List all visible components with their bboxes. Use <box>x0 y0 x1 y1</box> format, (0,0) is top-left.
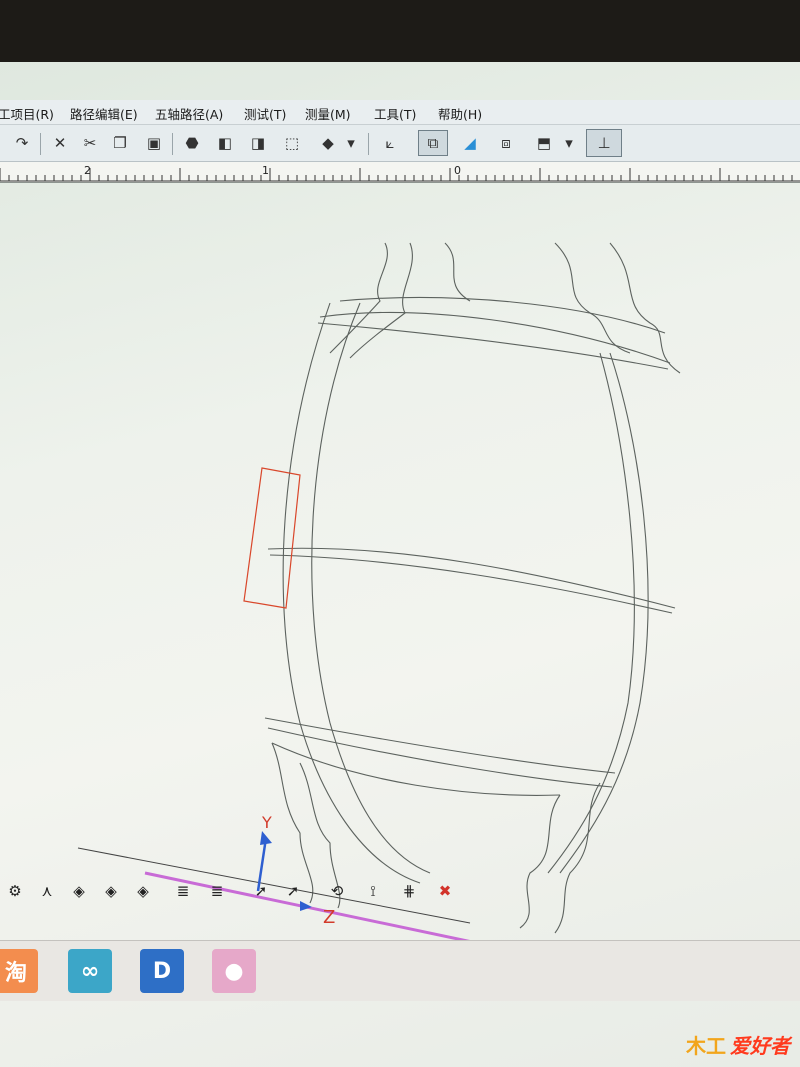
taskbar: 淘 ∞ D ● <box>0 940 800 1001</box>
profile-top-right <box>554 242 631 354</box>
taskbar-app-taobao[interactable]: 淘 <box>0 949 38 993</box>
barrel-outline-left-inner <box>311 302 431 874</box>
box-side-icon[interactable]: ◨ <box>246 131 270 155</box>
ring-bottom <box>264 717 616 774</box>
close-icon[interactable]: ✖ <box>432 878 458 904</box>
menu-item-five-axis[interactable]: 五轴路径(A) <box>155 104 223 123</box>
axis-view-icon[interactable]: ⟀ <box>378 131 402 155</box>
ring-middle <box>267 547 676 609</box>
menu-item-measure[interactable]: 测量(M) <box>305 104 351 123</box>
fork-icon[interactable]: ⋏ <box>34 878 60 904</box>
tool-path-icon[interactable]: ⟟ <box>360 878 386 904</box>
ruler-label: 2 <box>84 164 91 177</box>
barrel-outline-left-outer <box>282 302 421 884</box>
cut-icon[interactable]: ✂ <box>78 131 102 155</box>
y-axis-arrow-icon <box>260 831 272 845</box>
monitor-screen: 工项目(R) 路径编辑(E) 五轴路径(A) 测试(T) 测量(M) 工具(T)… <box>0 62 800 1067</box>
view-plane-icon[interactable]: ◆ <box>316 131 340 155</box>
main-toolbar: ↷ ✕ ✂ ❐ ▣ ⬣ ◧ ◨ ⬚ ◆ ▾ ⟀ ⧉ ◢ ⧈ ⬒ ▾ ⊥ <box>0 125 800 162</box>
profile-top-left <box>329 242 388 354</box>
watermark-logo: 木工 爱好者 <box>686 1030 790 1059</box>
redo-icon[interactable]: ↷ <box>10 131 34 155</box>
solid-box-icon[interactable]: ⬣ <box>180 131 204 155</box>
rotate-diamond-icon[interactable]: ⟲ <box>324 878 350 904</box>
ring-bottom-rim <box>271 742 561 796</box>
cursor-x-icon[interactable]: ➚ <box>248 878 274 904</box>
ruler-label: 0 <box>454 164 461 177</box>
menu-item-help[interactable]: 帮助(H) <box>438 104 482 123</box>
3d-viewport[interactable]: Y Z <box>0 183 800 943</box>
menu-item-tools[interactable]: 工具(T) <box>374 104 416 123</box>
d-app-icon: D <box>152 958 172 984</box>
view-cube-active-icon[interactable]: ⧉ <box>418 130 448 156</box>
coordinate-axes-icon[interactable]: ⊥ <box>586 129 622 157</box>
diamond-icon[interactable]: ◈ <box>66 878 92 904</box>
watermark-mark: 木工 <box>686 1034 726 1058</box>
barrel-outline-right-inner <box>547 352 635 874</box>
layers-icon[interactable]: ≣ <box>170 878 196 904</box>
toolbar-separator <box>172 133 173 155</box>
menu-item-path-edit[interactable]: 路径编辑(E) <box>70 104 138 123</box>
profile-top-left <box>349 242 413 359</box>
menu-bar: 工项目(R) 路径编辑(E) 五轴路径(A) 测试(T) 测量(M) 工具(T)… <box>0 100 800 125</box>
ruler-label: 1 <box>262 164 269 177</box>
taobao-icon: 淘 <box>4 961 27 986</box>
ring-top-rim <box>339 297 666 334</box>
ring-bottom <box>267 727 613 788</box>
rings-icon: ∞ <box>80 958 100 984</box>
menu-item-test[interactable]: 测试(T) <box>244 104 286 123</box>
cursor-x-icon[interactable]: ➚ <box>280 878 306 904</box>
pink-app-icon: ● <box>224 958 244 984</box>
ruler-ticks <box>0 168 800 182</box>
profile-top-center <box>444 242 471 302</box>
tool-path-icon[interactable]: ⋕ <box>396 878 422 904</box>
paste-icon[interactable]: ▣ <box>142 131 166 155</box>
diamond-icon[interactable]: ◈ <box>130 878 156 904</box>
profile-top-right <box>609 242 681 374</box>
box-outline-icon[interactable]: ⧈ <box>494 131 518 155</box>
taskbar-app-rings[interactable]: ∞ <box>68 949 112 993</box>
chevron-down-icon[interactable]: ▾ <box>344 131 358 155</box>
taskbar-app-pink[interactable]: ● <box>212 949 256 993</box>
delete-icon[interactable]: ✕ <box>48 131 72 155</box>
layers-icon[interactable]: ≣ <box>204 878 230 904</box>
iso-box-icon[interactable]: ⬒ <box>532 131 556 155</box>
taskbar-app-d[interactable]: D <box>140 949 184 993</box>
copy-icon[interactable]: ❐ <box>108 131 132 155</box>
toolbar-separator <box>40 133 41 155</box>
horizontal-ruler: 2 1 0 <box>0 162 800 183</box>
watermark-text: 爱好者 <box>730 1034 790 1058</box>
chevron-down-icon[interactable]: ▾ <box>562 131 576 155</box>
bottom-toolbar: ⚙ ⋏ ◈ ◈ ◈ ≣ ≣ ➚ ➚ ⟲ ⟟ ⋕ ✖ <box>0 872 800 912</box>
shaded-box-icon[interactable]: ◢ <box>458 131 482 155</box>
selection-box[interactable] <box>243 467 301 609</box>
diamond-icon[interactable]: ◈ <box>98 878 124 904</box>
box-front-icon[interactable]: ◧ <box>213 131 237 155</box>
vase-wireframe <box>264 242 681 934</box>
toolbar-separator <box>368 133 369 155</box>
y-axis-label: Y <box>261 813 272 832</box>
menu-item-project[interactable]: 工项目(R) <box>0 104 54 123</box>
wireframe-box-icon[interactable]: ⬚ <box>280 131 304 155</box>
gear-icon[interactable]: ⚙ <box>2 878 28 904</box>
